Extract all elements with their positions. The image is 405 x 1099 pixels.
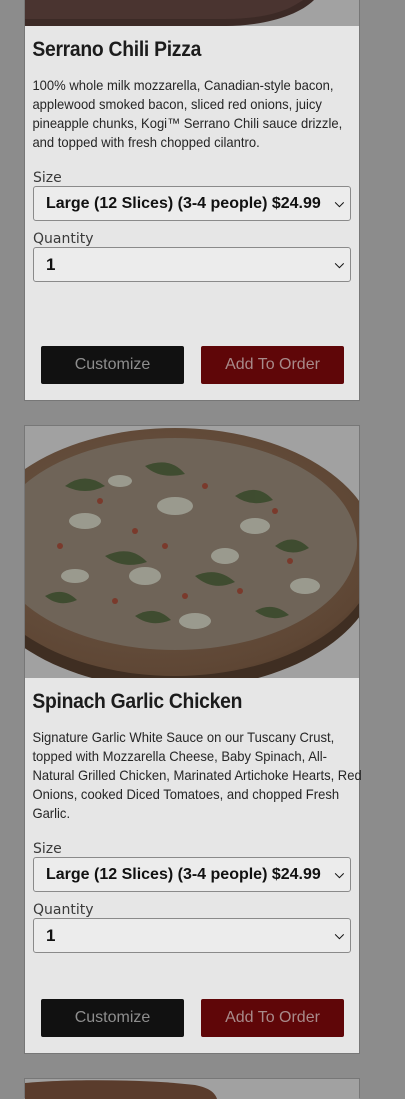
quantity-select-value: 1	[46, 254, 56, 274]
product-card: Spinach Garlic Chicken Signature Garlic …	[24, 425, 362, 1054]
quantity-select[interactable]: 1 ⌵	[33, 247, 351, 282]
chevron-down-icon: ⌵	[334, 257, 344, 271]
product-image	[25, 426, 359, 678]
add-to-order-button[interactable]: Add To Order	[201, 346, 344, 384]
size-select-value: Large (12 Slices) (3-4 people) $24.99	[46, 194, 321, 212]
customize-button[interactable]: Customize	[41, 999, 184, 1037]
chevron-down-icon: ⌵	[334, 196, 344, 210]
product-image	[25, 1079, 359, 1099]
product-image	[25, 0, 359, 26]
product-title: Spinach Garlic Chicken	[32, 690, 243, 713]
chevron-down-icon: ⌵	[334, 928, 344, 942]
size-select-value: Large (12 Slices) (3-4 people) $24.99	[46, 865, 321, 883]
quantity-label: Quantity	[33, 231, 94, 247]
quantity-label: Quantity	[33, 902, 94, 918]
chevron-down-icon: ⌵	[334, 867, 344, 881]
product-title: Serrano Chili Pizza	[32, 38, 202, 61]
customize-button[interactable]: Customize	[41, 346, 184, 384]
size-label: Size	[33, 170, 62, 186]
quantity-select[interactable]: 1 ⌵	[33, 918, 351, 953]
add-to-order-button[interactable]: Add To Order	[201, 999, 344, 1037]
pizza-image	[25, 426, 359, 678]
product-description: 100% whole milk mozzarella, Canadian-sty…	[32, 77, 343, 150]
product-card	[24, 1078, 360, 1099]
product-description: Signature Garlic White Sauce on our Tusc…	[32, 729, 362, 821]
size-label: Size	[33, 841, 62, 857]
quantity-select-value: 1	[46, 925, 56, 945]
size-select[interactable]: Large (12 Slices) (3-4 people) $24.99 ⌵	[33, 186, 351, 221]
product-card: Serrano Chili Pizza 100% whole milk mozz…	[24, 0, 360, 401]
size-select[interactable]: Large (12 Slices) (3-4 people) $24.99 ⌵	[33, 857, 351, 892]
